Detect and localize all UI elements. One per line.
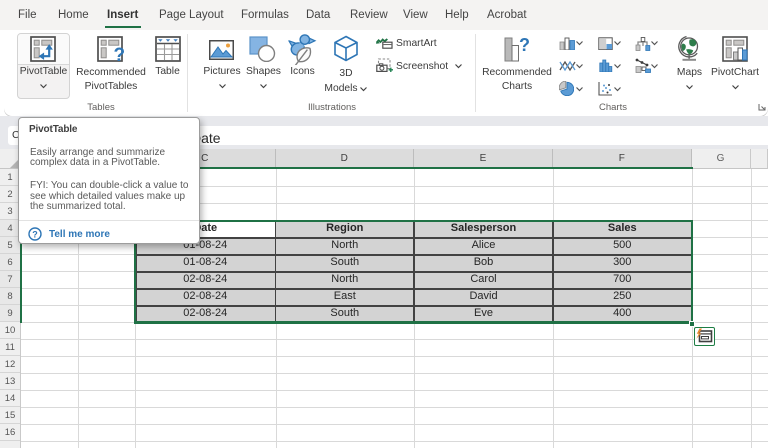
svg-text:?: ? bbox=[32, 229, 38, 239]
